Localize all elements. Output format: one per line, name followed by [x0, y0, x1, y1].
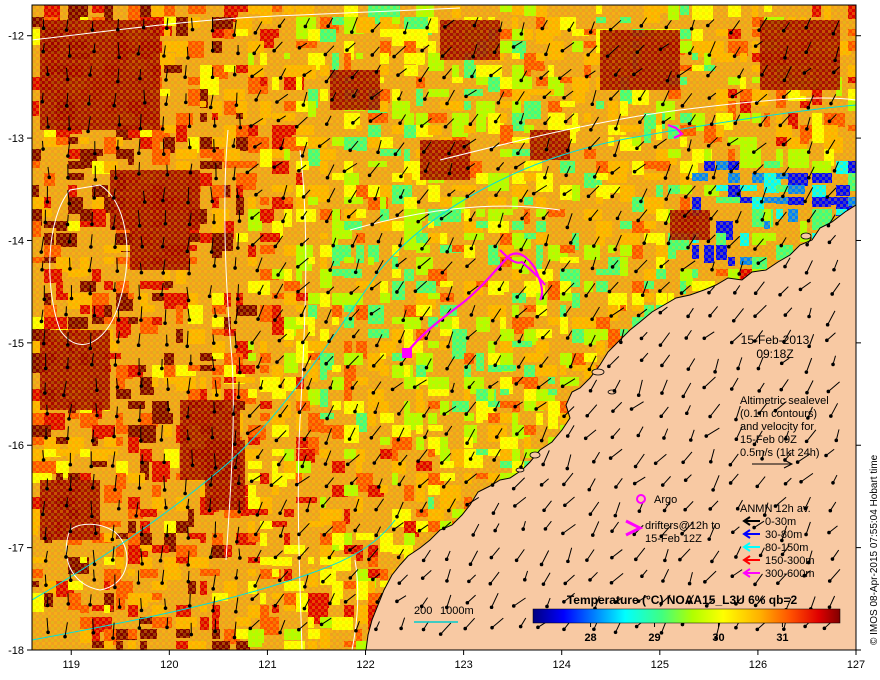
argo-label: Argo [654, 494, 677, 506]
colorbar-tick-label: 28 [584, 632, 596, 644]
anmn-legend-label: 300-600m [765, 568, 815, 580]
lat-tick-label: -15 [8, 338, 24, 350]
lon-tick-label: 124 [553, 659, 571, 671]
credit-text: © IMOS 08-Apr-2015 07:55:04 Hobart time [869, 454, 880, 645]
lon-tick-label: 121 [258, 659, 276, 671]
sst-map: 119 120 121 122 123 124 125 126 127 -12 -13 -14 -15… [8, 4, 880, 671]
altimetry-note-line: 15-Feb 09Z [740, 434, 797, 446]
altimetry-note-line: 0.5m/s (1kt 24h) [740, 447, 819, 459]
lon-tick-label: 125 [651, 659, 669, 671]
lat-tick-label: -17 [8, 543, 24, 555]
lon-tick-label: 120 [160, 659, 178, 671]
colorbar-tick-label: 29 [648, 632, 660, 644]
lon-tick-label: 123 [454, 659, 472, 671]
lat-tick-label: -13 [8, 133, 24, 145]
altimetry-note-line: and velocity for [740, 421, 814, 433]
anmn-legend-label: 30-80m [765, 529, 802, 541]
lon-tick-label: 122 [356, 659, 374, 671]
lat-tick-label: -18 [8, 645, 24, 657]
lon-tick-label: 119 [62, 659, 80, 671]
colorbar [532, 608, 841, 624]
scale-label: 1000m [440, 605, 474, 617]
date-label: 15-Feb-2013 [741, 333, 810, 347]
anmn-legend-label: 0-30m [765, 516, 796, 528]
anmn-legend-label: 80-150m [765, 542, 808, 554]
altimetry-note-line: (0.1m contours) [740, 408, 817, 420]
anmn-title: ANMN 12h av. [740, 503, 811, 515]
scale-label: 200 [414, 605, 432, 617]
drifter-marker [402, 348, 412, 358]
time-label: 09:18Z [756, 347, 793, 361]
lon-tick-label: 127 [847, 659, 865, 671]
drifters-label: drifters@12h to [645, 520, 720, 532]
anmn-legend-label: 150-300m [765, 555, 815, 567]
lat-tick-label: -12 [8, 31, 24, 43]
colorbar-title: Temperature (°C) NOAA15_L3U 6% qb=2 [567, 593, 798, 607]
lon-tick-label: 126 [749, 659, 767, 671]
drifters-label: 15-Feb 12Z [645, 533, 702, 545]
colorbar-tick-label: 31 [776, 632, 788, 644]
lat-tick-label: -16 [8, 440, 24, 452]
colorbar-tick-label: 30 [712, 632, 724, 644]
altimetry-note-line: Altimetric sealevel [740, 395, 829, 407]
lat-tick-label: -14 [8, 235, 24, 247]
